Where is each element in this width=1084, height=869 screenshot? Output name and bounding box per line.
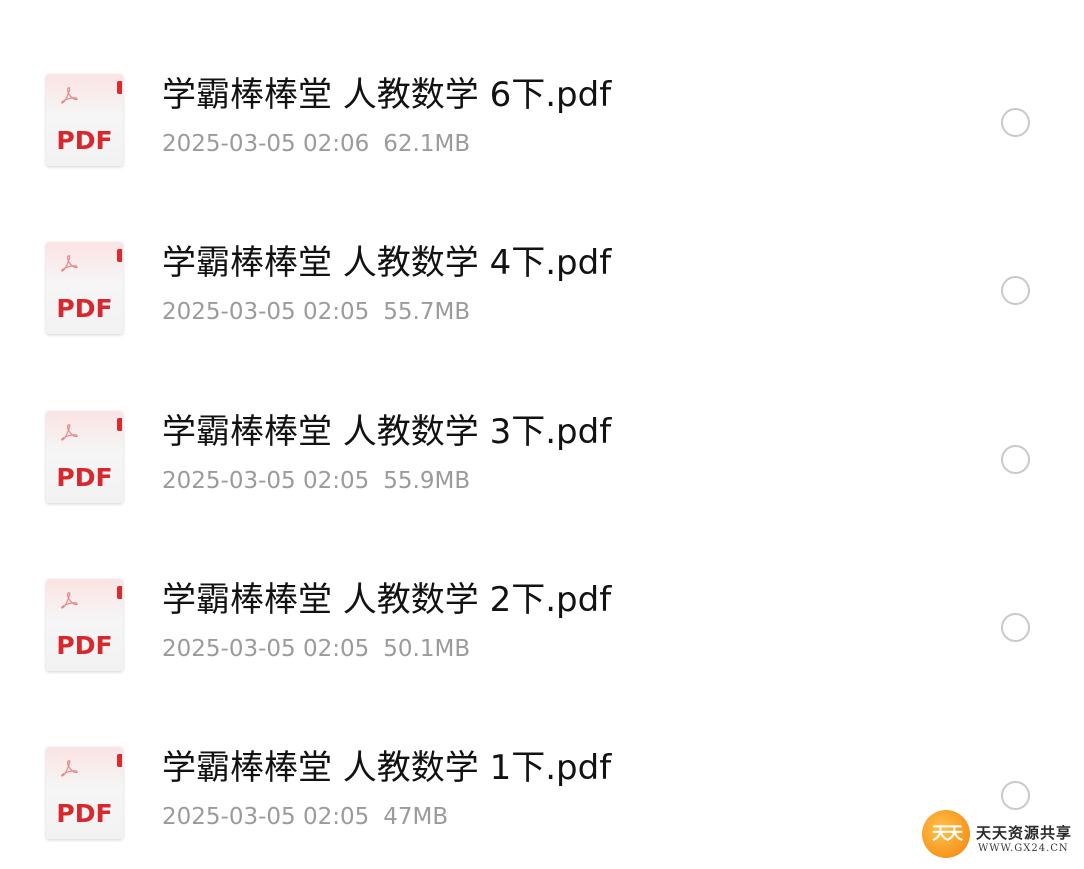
- file-date: 2025-03-05 02:05: [162, 299, 370, 325]
- list-item[interactable]: PDF 学霸棒棒堂 人教数学 3下.pdf 2025-03-05 02:05 55…: [0, 337, 1084, 505]
- file-meta: 2025-03-05 02:06 62.1MB: [162, 130, 470, 158]
- file-tab-marker: [117, 418, 122, 431]
- file-size: 55.7MB: [383, 299, 471, 325]
- pdf-file-icon: PDF: [46, 242, 123, 334]
- select-radio[interactable]: [1001, 108, 1030, 137]
- list-item[interactable]: PDF 学霸棒棒堂 人教数学 2下.pdf 2025-03-05 02:05 50…: [0, 505, 1084, 673]
- file-meta: 2025-03-05 02:05 50.1MB: [162, 635, 470, 663]
- list-item[interactable]: PDF 学霸棒棒堂 人教数学 6下.pdf 2025-03-05 02:06 62…: [0, 0, 1084, 168]
- pdf-label: PDF: [56, 463, 113, 492]
- file-date: 2025-03-05 02:05: [162, 804, 370, 830]
- acrobat-icon: [61, 592, 78, 609]
- pdf-file-icon: PDF: [46, 747, 123, 839]
- file-date: 2025-03-05 02:05: [162, 636, 370, 662]
- list-item[interactable]: PDF 学霸棒棒堂 人教数学 4下.pdf 2025-03-05 02:05 55…: [0, 168, 1084, 336]
- file-name: 学霸棒棒堂 人教数学 1下.pdf: [162, 748, 612, 788]
- file-name: 学霸棒棒堂 人教数学 6下.pdf: [162, 75, 612, 115]
- file-name: 学霸棒棒堂 人教数学 4下.pdf: [162, 243, 612, 283]
- file-tab-marker: [117, 249, 122, 262]
- watermark-logo-icon: 天天: [922, 810, 970, 858]
- select-radio[interactable]: [1001, 445, 1030, 474]
- watermark: 天天 天天资源共享 WWW.GX24.CN: [922, 810, 1082, 860]
- pdf-file-icon: PDF: [46, 411, 123, 503]
- file-name: 学霸棒棒堂 人教数学 2下.pdf: [162, 580, 612, 620]
- file-tab-marker: [117, 754, 122, 767]
- file-meta: 2025-03-05 02:05 55.9MB: [162, 467, 470, 495]
- file-size: 50.1MB: [383, 636, 471, 662]
- file-tab-marker: [117, 586, 122, 599]
- pdf-label: PDF: [56, 294, 113, 323]
- acrobat-icon: [61, 87, 78, 104]
- acrobat-icon: [61, 255, 78, 272]
- pdf-label: PDF: [56, 126, 113, 155]
- file-tab-marker: [117, 81, 122, 94]
- select-radio[interactable]: [1001, 613, 1030, 642]
- select-radio[interactable]: [1001, 781, 1030, 810]
- file-name: 学霸棒棒堂 人教数学 3下.pdf: [162, 412, 612, 452]
- file-size: 55.9MB: [383, 468, 471, 494]
- acrobat-icon: [61, 760, 78, 777]
- file-date: 2025-03-05 02:06: [162, 131, 370, 157]
- acrobat-icon: [61, 424, 78, 441]
- watermark-title: 天天资源共享: [976, 824, 1073, 842]
- file-meta: 2025-03-05 02:05 55.7MB: [162, 298, 470, 326]
- file-size: 62.1MB: [383, 131, 471, 157]
- pdf-label: PDF: [56, 799, 113, 828]
- pdf-label: PDF: [56, 631, 113, 660]
- file-size: 47MB: [383, 804, 449, 830]
- pdf-file-icon: PDF: [46, 74, 123, 166]
- pdf-file-icon: PDF: [46, 579, 123, 671]
- watermark-url: WWW.GX24.CN: [978, 843, 1069, 854]
- file-meta: 2025-03-05 02:05 47MB: [162, 803, 448, 831]
- file-date: 2025-03-05 02:05: [162, 468, 370, 494]
- select-radio[interactable]: [1001, 276, 1030, 305]
